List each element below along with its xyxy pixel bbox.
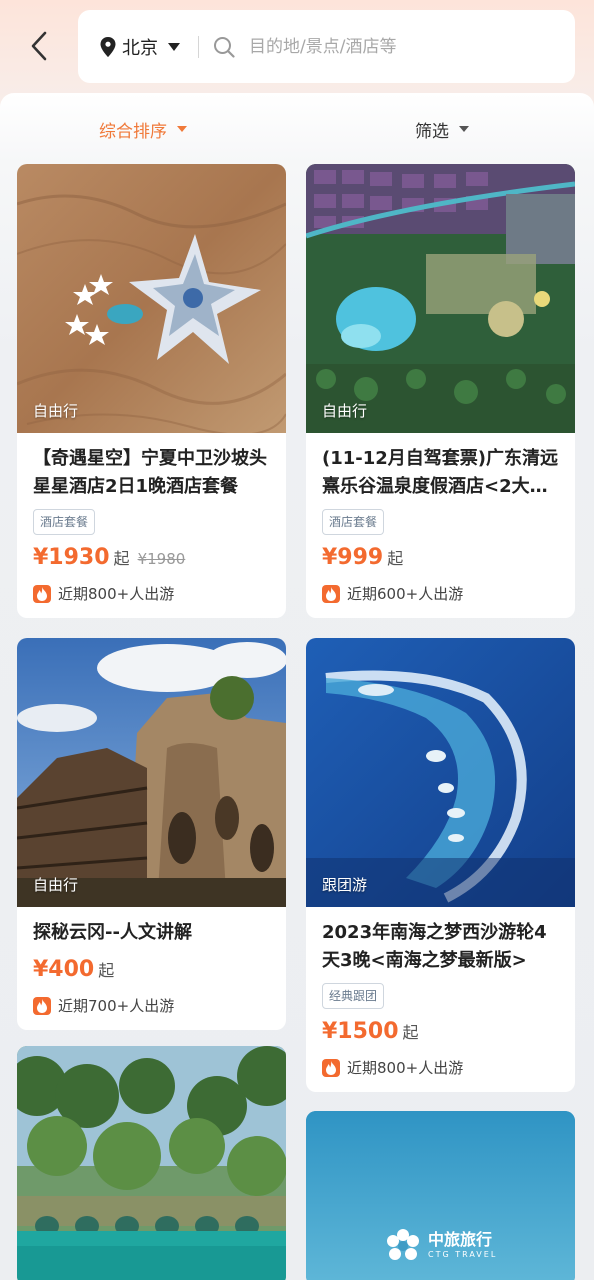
top-bar: 北京 xyxy=(0,0,594,92)
price-suffix: 起 xyxy=(387,549,404,568)
package-tag: 酒店套餐 xyxy=(322,509,385,535)
brand-subname: CTG TRAVEL xyxy=(428,1250,498,1259)
location-pin-icon xyxy=(100,36,116,57)
product-title: 2023年南海之梦西沙游轮4天3晚<南海之梦最新版> xyxy=(322,922,547,971)
trip-type-tag: 跟团游 xyxy=(322,876,368,894)
popularity-text: 近期800+人出游 xyxy=(347,1059,464,1077)
product-title: (11-12月自驾套票)广东清远熹乐谷温泉度假酒店<2大1小> xyxy=(322,448,559,497)
fire-icon xyxy=(33,996,51,1015)
price-row: ¥999 起 xyxy=(322,545,559,575)
chevron-down-icon xyxy=(168,42,180,51)
location-label: 北京 xyxy=(122,37,158,59)
brand-card[interactable]: 中旅旅行 CTG TRAVEL xyxy=(306,1111,575,1280)
dropdown-triangle-icon xyxy=(459,126,469,132)
price-row: ¥1930 起 ¥1980 xyxy=(33,545,270,575)
sort-bar: 综合排序 筛选 xyxy=(0,93,594,163)
back-button[interactable] xyxy=(22,28,56,64)
product-card[interactable]: 自由行 探秘云冈--人文讲解 ¥400 起 近期700+人出游 xyxy=(17,638,286,1030)
sort-default-label: 综合排序 xyxy=(99,121,167,142)
fire-icon xyxy=(322,1058,340,1077)
filter-label: 筛选 xyxy=(415,121,449,142)
price-suffix: 起 xyxy=(98,961,115,980)
package-tag: 经典跟团 xyxy=(322,983,385,1009)
product-image xyxy=(17,1046,286,1280)
search-icon[interactable] xyxy=(213,36,235,58)
ctg-flower-icon xyxy=(387,1229,419,1260)
fire-icon xyxy=(33,584,51,603)
trip-type-tag: 自由行 xyxy=(322,402,368,420)
popularity-row: 近期800+人出游 xyxy=(33,583,270,604)
popularity-row: 近期600+人出游 xyxy=(322,583,559,604)
popularity-row: 近期700+人出游 xyxy=(33,995,270,1016)
price: ¥1930 xyxy=(33,545,110,570)
package-tag: 酒店套餐 xyxy=(33,509,96,535)
dropdown-triangle-icon xyxy=(177,126,187,132)
price-row: ¥400 起 xyxy=(33,957,270,987)
brand-name: 中旅旅行 xyxy=(428,1230,493,1249)
product-image: 自由行 xyxy=(17,638,286,907)
trip-type-tag: 自由行 xyxy=(33,876,79,894)
popularity-text: 近期600+人出游 xyxy=(347,585,464,603)
ctg-logo: 中旅旅行 CTG TRAVEL xyxy=(386,1229,497,1263)
popularity-text: 近期800+人出游 xyxy=(58,585,175,603)
price-suffix: 起 xyxy=(113,549,130,568)
original-price: ¥1980 xyxy=(137,550,186,568)
product-image: 跟团游 xyxy=(306,638,575,907)
product-card[interactable] xyxy=(17,1046,286,1280)
price-suffix: 起 xyxy=(402,1023,419,1042)
price: ¥1500 xyxy=(322,1019,399,1044)
product-image: 自由行 xyxy=(306,164,575,433)
search-input[interactable] xyxy=(249,36,509,57)
search-divider xyxy=(198,35,199,58)
product-card[interactable]: 跟团游 2023年南海之梦西沙游轮4天3晚<南海之梦最新版> 经典跟团 ¥150… xyxy=(306,638,575,1092)
filter-button[interactable]: 筛选 xyxy=(415,115,469,143)
back-arrow-icon xyxy=(31,31,47,61)
price: ¥400 xyxy=(33,957,95,982)
search-bar: 北京 xyxy=(78,10,575,83)
product-card[interactable]: 自由行 【奇遇星空】宁夏中卫沙坡头星星酒店2日1晚酒店套餐 酒店套餐 ¥1930… xyxy=(17,164,286,618)
popularity-text: 近期700+人出游 xyxy=(58,997,175,1015)
product-title: 探秘云冈--人文讲解 xyxy=(33,922,192,943)
product-title: 【奇遇星空】宁夏中卫沙坡头星星酒店2日1晚酒店套餐 xyxy=(33,448,267,497)
sort-default-button[interactable]: 综合排序 xyxy=(99,115,187,143)
trip-type-tag: 自由行 xyxy=(33,402,79,420)
fire-icon xyxy=(322,584,340,603)
product-image: 自由行 xyxy=(17,164,286,433)
location-selector[interactable]: 北京 xyxy=(100,29,180,65)
price-row: ¥1500 起 xyxy=(322,1019,559,1049)
product-card[interactable]: 自由行 (11-12月自驾套票)广东清远熹乐谷温泉度假酒店<2大1小> 酒店套餐… xyxy=(306,164,575,618)
popularity-row: 近期800+人出游 xyxy=(322,1057,559,1078)
price: ¥999 xyxy=(322,545,384,570)
